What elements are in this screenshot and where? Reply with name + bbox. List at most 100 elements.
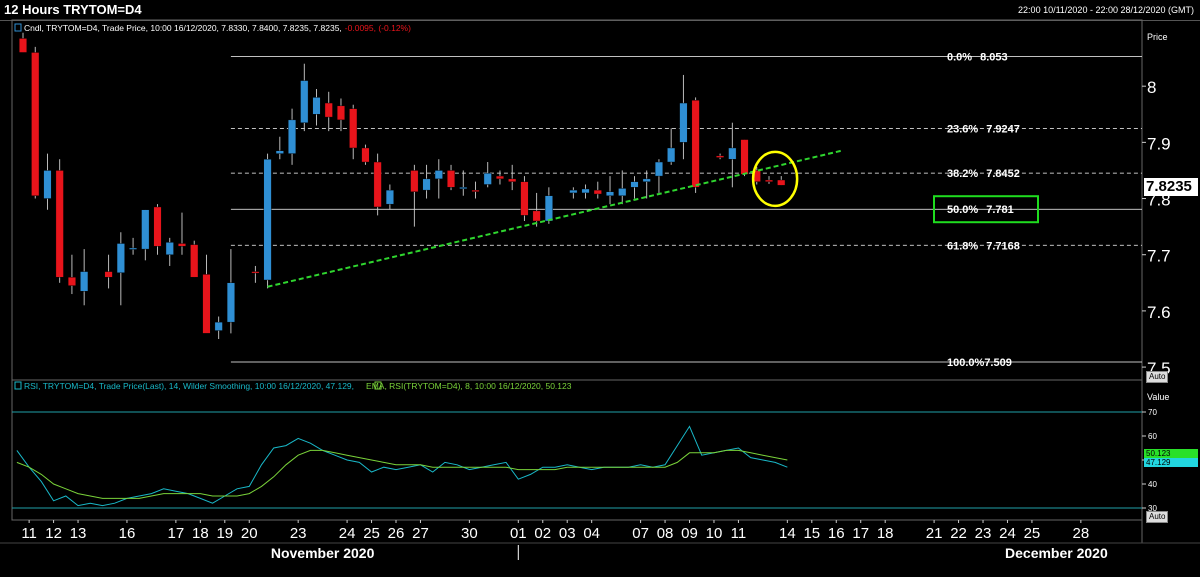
rsi-auto-button[interactable]: Auto <box>1146 511 1169 523</box>
month-label: November 2020 <box>271 545 375 561</box>
x-tick-label: 28 <box>1073 525 1090 542</box>
fib-label: 50.0% 7.781 <box>947 204 1014 216</box>
x-tick-label: 20 <box>241 525 258 542</box>
x-tick-label: 04 <box>583 525 600 542</box>
candle-up <box>544 195 553 222</box>
fib-value: 7.9247 <box>986 123 1020 135</box>
price-auto-button[interactable]: Auto <box>1146 371 1169 383</box>
fib-percent: 0.0% <box>947 51 972 63</box>
candle-up <box>483 173 492 185</box>
month-label: December 2020 <box>1005 545 1108 561</box>
fib-value: 7.781 <box>986 204 1014 216</box>
fib-percent: 50.0% <box>947 204 978 216</box>
rsi-tick-label: 60 <box>1148 432 1157 441</box>
x-axis: 11 12 13 16 17 18 19 20 23 24 25 26 27 30 01 02 03 04 07 08… <box>21 520 1108 561</box>
candle-down <box>202 274 211 334</box>
fib-percent: 100.0% <box>947 357 985 369</box>
candle-down <box>55 170 64 278</box>
candle-up <box>642 178 651 182</box>
candle-up <box>679 102 688 143</box>
ema-value-tag: 50.123 <box>1144 449 1198 458</box>
x-tick-label: 01 <box>510 525 527 542</box>
candle-up <box>569 189 578 194</box>
x-tick-label: 24 <box>999 525 1016 542</box>
x-tick-label: 16 <box>119 525 136 542</box>
candle-up <box>581 188 590 194</box>
x-tick-label: 25 <box>1024 525 1041 542</box>
candle-down <box>691 100 700 188</box>
x-tick-label: 17 <box>852 525 869 542</box>
candle-up <box>226 282 235 323</box>
x-tick-label: 24 <box>339 525 356 542</box>
candle-down <box>410 170 419 192</box>
x-tick-label: 19 <box>216 525 233 542</box>
rsi-legend-icon <box>14 381 22 390</box>
candle-up <box>300 80 309 123</box>
fib-label: 38.2% 7.8452 <box>947 168 1020 180</box>
candle-down <box>777 179 786 186</box>
candle-down <box>190 244 199 278</box>
candle-up <box>129 247 138 250</box>
candle-down <box>361 147 370 163</box>
candle-down <box>153 206 162 247</box>
candle-down <box>177 243 186 247</box>
x-tick-label: 11 <box>21 525 37 542</box>
price-legend-prefix: Cndl, TRYTOM=D4, Trade Price, 10:00 16/1… <box>24 23 342 33</box>
candle-up <box>654 161 663 177</box>
candle-down <box>324 102 333 118</box>
rsi-plot-frame <box>11 379 1143 521</box>
fib-value: 7.7168 <box>986 240 1020 252</box>
candle-down <box>471 189 480 192</box>
rsi-line <box>16 425 788 507</box>
candle-down <box>373 161 382 208</box>
rsi-value-tag: 47.129 <box>1144 458 1198 467</box>
x-tick-label: 02 <box>534 525 551 542</box>
candle-down <box>336 105 345 121</box>
candle-up <box>630 181 639 188</box>
ema-legend-text: EMA, RSI(TRYTOM=D4), 8, 10:00 16/12/2020… <box>366 381 572 391</box>
x-tick-label: 22 <box>950 525 967 542</box>
current-price-tag: 7.8235 <box>1144 178 1198 196</box>
chart-canvas[interactable]: 7.57.67.77.87.980.0% 8.05323.6% 7.924738.2… <box>0 0 1200 577</box>
x-tick-label: 03 <box>559 525 576 542</box>
x-tick-label: 15 <box>803 525 820 542</box>
rsi-tick-label: 40 <box>1148 480 1157 489</box>
x-tick-label: 18 <box>192 525 209 542</box>
candle-down <box>508 178 517 182</box>
candle-down <box>532 210 541 222</box>
candle-down <box>593 189 602 195</box>
candle-down <box>67 276 76 286</box>
ema-line <box>16 449 788 499</box>
fib-value: 7.509 <box>984 357 1012 369</box>
candle-up <box>288 119 297 154</box>
fib-label: 23.6% 7.9247 <box>947 123 1020 135</box>
rsi-tick-label: 70 <box>1148 408 1157 417</box>
x-tick-label: 25 <box>363 525 380 542</box>
candle-down <box>19 38 27 53</box>
candle-up <box>80 271 89 292</box>
x-tick-label: 14 <box>779 525 796 542</box>
rsi-panel: 3040506070 <box>12 408 1157 513</box>
candle-up <box>422 178 431 191</box>
fib-value: 8.053 <box>980 51 1008 63</box>
candle-up <box>141 209 150 250</box>
x-tick-label: 21 <box>926 525 943 542</box>
price-panel: 7.57.67.77.87.980.0% 8.05323.6% 7.924738.2… <box>19 32 1171 378</box>
x-tick-label: 18 <box>877 525 894 542</box>
x-tick-label: 23 <box>290 525 307 542</box>
x-tick-label: 12 <box>45 525 62 542</box>
candle-up <box>618 188 627 196</box>
rsi-legend: RSI, TRYTOM=D4, Trade Price(Last), 14, W… <box>24 381 572 391</box>
value-axis-title: Value <box>1147 392 1169 402</box>
x-tick-label: 08 <box>657 525 674 542</box>
candle-down <box>520 181 529 216</box>
panel-frames <box>0 19 1200 544</box>
candle-down <box>349 108 358 149</box>
fib-value: 7.8452 <box>986 168 1020 180</box>
price-legend: Cndl, TRYTOM=D4, Trade Price, 10:00 16/1… <box>24 23 411 33</box>
fib-percent: 23.6% <box>947 123 978 135</box>
candle-up <box>434 170 443 180</box>
candle-up <box>385 189 394 205</box>
price-tick-label: 7.7 <box>1147 247 1171 266</box>
fib-label: 61.8% 7.7168 <box>947 240 1020 252</box>
